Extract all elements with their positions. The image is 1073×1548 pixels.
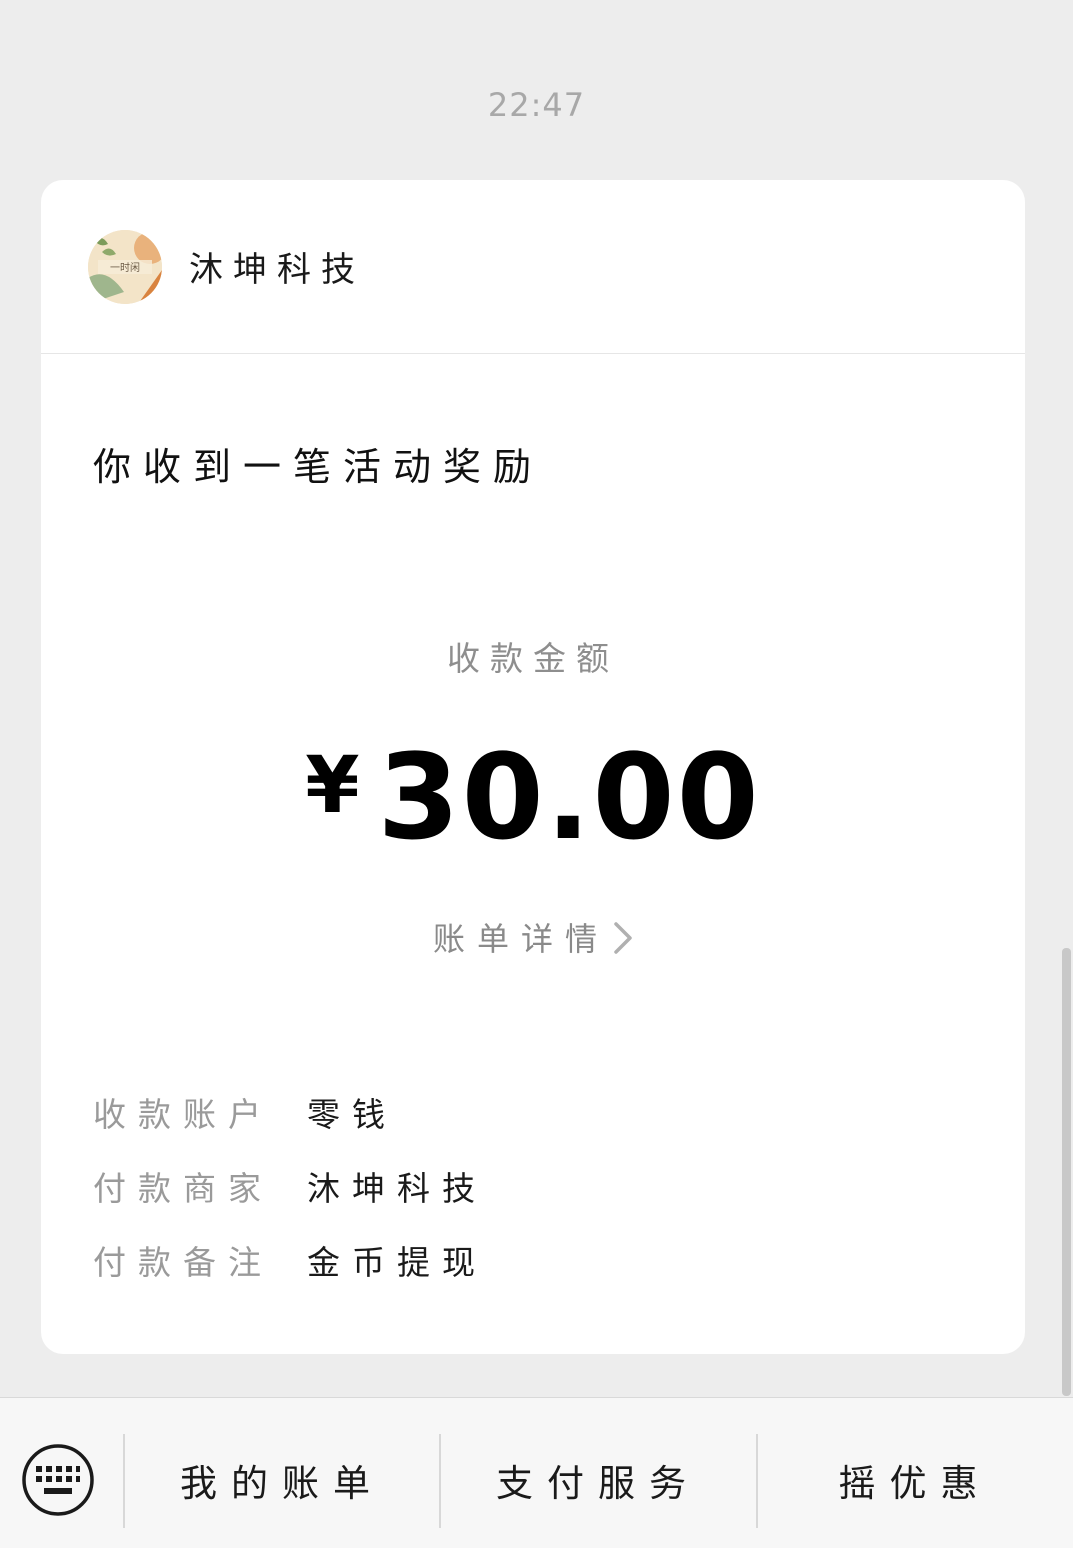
info-row-remark: 付款备注 金币提现 — [93, 1236, 993, 1310]
info-list: 收款账户 零钱 付款商家 沐坤科技 付款备注 金币提现 — [93, 1088, 993, 1310]
scrollbar[interactable] — [1062, 948, 1071, 1396]
currency-symbol: ¥ — [305, 741, 360, 831]
merchant-avatar-image: 一时闲 — [88, 230, 162, 304]
info-value: 零钱 — [307, 1095, 397, 1134]
bottom-menu-bar: 我的账单 支付服务 摇优惠 — [0, 1397, 1073, 1548]
amount-display: ¥30.00 — [41, 728, 1025, 866]
avatar-text: 一时闲 — [110, 261, 140, 274]
amount-label: 收款金额 — [447, 639, 619, 678]
message-title: 你收到一笔活动奖励 — [93, 445, 544, 489]
keyboard-icon — [22, 1444, 94, 1516]
message-timestamp: 22:47 — [487, 86, 586, 124]
info-value: 金币提现 — [307, 1243, 487, 1282]
menu-item-shake-discount[interactable]: 摇优惠 — [759, 1453, 1071, 1505]
menu-divider — [756, 1434, 758, 1528]
amount-value: 30.00 — [377, 728, 761, 866]
menu-item-payment-service[interactable]: 支付服务 — [442, 1453, 754, 1505]
menu-item-my-bills[interactable]: 我的账单 — [126, 1453, 438, 1505]
bill-detail-link[interactable]: 账单详情 — [41, 914, 1025, 963]
card-header[interactable]: 一时闲 沐坤科技 — [41, 180, 1025, 354]
info-row-account: 收款账户 零钱 — [93, 1088, 993, 1162]
chevron-right-icon — [613, 921, 633, 963]
payment-notification-card[interactable]: 一时闲 沐坤科技 你收到一笔活动奖励 收款金额 ¥30.00 账单详情 收款账户… — [41, 180, 1025, 1354]
info-value: 沐坤科技 — [307, 1169, 487, 1208]
menu-divider — [439, 1434, 441, 1528]
info-label: 收款账户 — [93, 1095, 273, 1134]
bill-detail-label: 账单详情 — [432, 920, 609, 958]
info-label: 付款备注 — [93, 1243, 273, 1282]
merchant-avatar[interactable]: 一时闲 — [88, 230, 162, 304]
menu-divider — [123, 1434, 125, 1528]
info-row-merchant: 付款商家 沐坤科技 — [93, 1162, 993, 1236]
merchant-name[interactable]: 沐坤科技 — [189, 242, 365, 291]
info-label: 付款商家 — [93, 1169, 273, 1208]
keyboard-toggle-button[interactable] — [20, 1442, 96, 1518]
